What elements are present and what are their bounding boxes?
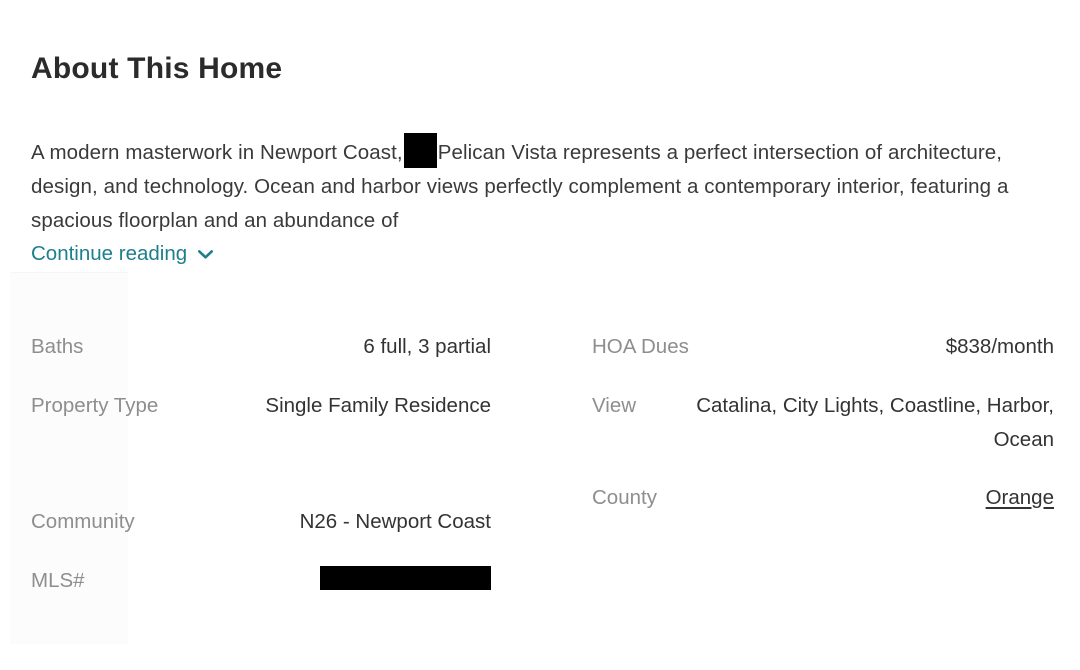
fact-row-community: Community N26 - Newport Coast bbox=[31, 505, 491, 539]
fact-value-hoa-dues: $838/month bbox=[945, 335, 1054, 358]
facts-column-left: Baths 6 full, 3 partial Property Type Si… bbox=[31, 330, 491, 623]
about-this-home-panel: About This Home A modern masterwork in N… bbox=[0, 0, 1080, 670]
fact-row-hoa-dues: HOA Dues $838/month bbox=[592, 330, 1054, 364]
fact-label-view: View bbox=[592, 394, 637, 417]
home-description: A modern masterwork in Newport Coast, Pel… bbox=[31, 132, 1055, 238]
page-title: About This Home bbox=[31, 52, 283, 86]
fact-value-mls bbox=[101, 564, 491, 598]
fact-row-view: View Catalina, City Lights, Coastline, H… bbox=[592, 389, 1054, 457]
continue-reading-label: Continue reading bbox=[31, 242, 188, 265]
description-text-before: A modern masterwork in Newport Coast, bbox=[31, 140, 403, 164]
redacted-mls-number-icon bbox=[320, 566, 491, 590]
fact-value-property-type: Single Family Residence bbox=[265, 394, 491, 417]
label-column-top-divider bbox=[10, 272, 128, 273]
fact-row-property-type: Property Type Single Family Residence bbox=[31, 389, 491, 423]
fact-row-mls: MLS# bbox=[31, 564, 491, 598]
fact-row-baths: Baths 6 full, 3 partial bbox=[31, 330, 491, 364]
continue-reading-button[interactable]: Continue reading bbox=[31, 242, 215, 267]
fact-label-baths: Baths bbox=[31, 335, 84, 358]
fact-value-baths: 6 full, 3 partial bbox=[363, 335, 491, 358]
fact-label-property-type: Property Type bbox=[31, 394, 159, 417]
chevron-down-icon bbox=[196, 245, 215, 264]
fact-value-county-link[interactable]: Orange bbox=[673, 481, 1054, 515]
fact-value-view: Catalina, City Lights, Coastline, Harbor… bbox=[696, 394, 1054, 451]
fact-label-mls: MLS# bbox=[31, 569, 85, 592]
fact-label-county: County bbox=[592, 486, 657, 509]
fact-value-community: N26 - Newport Coast bbox=[299, 510, 491, 533]
fact-label-community: Community bbox=[31, 510, 135, 533]
fact-row-county: County Orange bbox=[592, 481, 1054, 515]
fact-label-hoa-dues: HOA Dues bbox=[592, 335, 689, 358]
redacted-text-block-icon bbox=[403, 132, 437, 168]
facts-column-right: HOA Dues $838/month View Catalina, City … bbox=[592, 330, 1054, 540]
